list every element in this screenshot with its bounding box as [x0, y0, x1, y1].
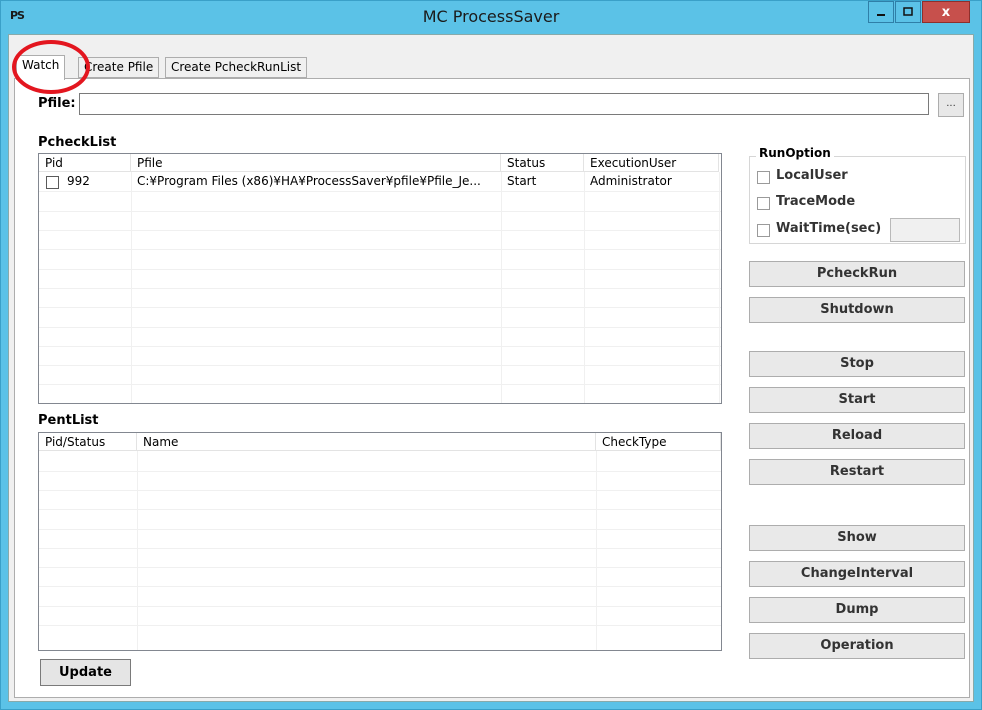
restart-button[interactable]: Restart: [749, 459, 965, 485]
waittime-checkbox[interactable]: [757, 224, 770, 237]
row-pfile: C:¥Program Files (x86)¥HA¥ProcessSaver¥p…: [137, 174, 481, 188]
tracemode-checkbox[interactable]: [757, 197, 770, 210]
annotation-circle: [12, 40, 90, 94]
pentlist-title: PentList: [38, 413, 99, 428]
runoption-title: RunOption: [756, 146, 834, 160]
row-executionuser: Administrator: [590, 174, 672, 188]
pfile-input[interactable]: [79, 93, 929, 115]
maximize-button[interactable]: [895, 1, 921, 23]
maximize-icon: [903, 7, 913, 16]
minimize-button[interactable]: [868, 1, 894, 23]
pchecklist-table[interactable]: Pid Pfile Status ExecutionUser 992 C:¥Pr…: [38, 153, 722, 404]
pcheckrun-button[interactable]: PcheckRun: [749, 261, 965, 287]
pfile-label: Pfile:: [38, 96, 76, 111]
row-checkbox[interactable]: [46, 176, 59, 189]
update-button[interactable]: Update: [40, 659, 131, 686]
waittime-input[interactable]: [890, 218, 960, 242]
start-button[interactable]: Start: [749, 387, 965, 413]
localuser-checkbox[interactable]: [757, 171, 770, 184]
window-title: MC ProcessSaver: [422, 7, 560, 26]
operation-button[interactable]: Operation: [749, 633, 965, 659]
localuser-label[interactable]: LocalUser: [776, 168, 848, 183]
pchecklist-title: PcheckList: [38, 135, 117, 150]
row-pid: 992: [67, 174, 90, 188]
column-header-executionuser[interactable]: ExecutionUser: [584, 154, 719, 172]
tab-create-pcheckrunlist[interactable]: Create PcheckRunList: [165, 57, 308, 78]
app-icon: PS: [10, 9, 25, 22]
close-button[interactable]: x: [922, 1, 970, 23]
browse-button[interactable]: ...: [938, 93, 964, 117]
row-status: Start: [507, 174, 537, 188]
column-header-pid[interactable]: Pid: [39, 154, 131, 172]
waittime-label[interactable]: WaitTime(sec): [776, 221, 881, 236]
changeinterval-button[interactable]: ChangeInterval: [749, 561, 965, 587]
pentlist-table[interactable]: Pid/Status Name CheckType: [38, 432, 722, 651]
shutdown-button[interactable]: Shutdown: [749, 297, 965, 323]
tracemode-label[interactable]: TraceMode: [776, 194, 855, 209]
column-header-pfile[interactable]: Pfile: [131, 154, 501, 172]
column-header-status[interactable]: Status: [501, 154, 584, 172]
column-header-pidstatus[interactable]: Pid/Status: [39, 433, 137, 451]
dump-button[interactable]: Dump: [749, 597, 965, 623]
column-header-name[interactable]: Name: [137, 433, 596, 451]
minimize-icon: [877, 14, 885, 16]
stop-button[interactable]: Stop: [749, 351, 965, 377]
column-header-checktype[interactable]: CheckType: [596, 433, 721, 451]
tab-create-pfile[interactable]: Create Pfile: [78, 57, 160, 78]
title-bar[interactable]: MC ProcessSaver PS x: [0, 0, 982, 34]
show-button[interactable]: Show: [749, 525, 965, 551]
reload-button[interactable]: Reload: [749, 423, 965, 449]
